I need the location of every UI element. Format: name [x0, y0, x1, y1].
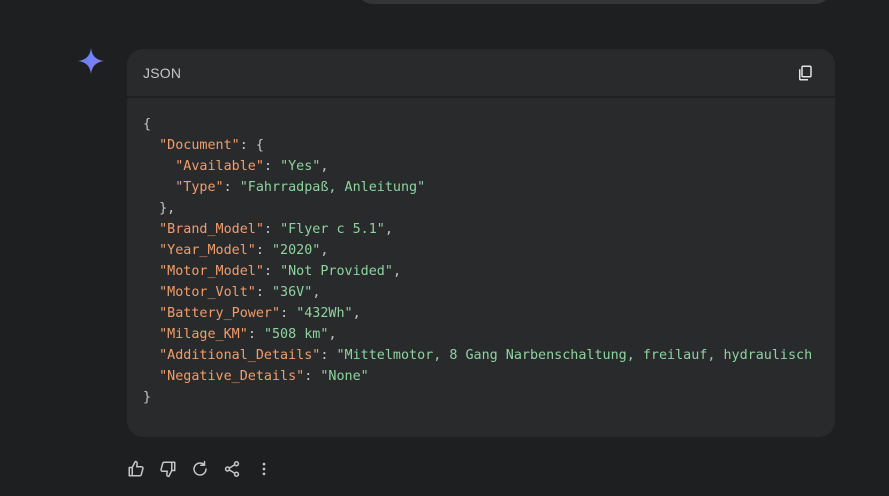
json-string: "Flyer c 5.1"	[280, 222, 385, 237]
json-punctuation	[143, 159, 175, 174]
json-key: "Battery_Power"	[159, 306, 281, 321]
json-punctuation	[143, 243, 159, 258]
json-punctuation	[143, 138, 159, 153]
code-line: {	[143, 114, 835, 135]
json-punctuation: ,	[392, 264, 401, 279]
json-key: "Year_Model"	[159, 243, 256, 258]
copy-icon	[799, 65, 812, 80]
json-key: "Additional_Details"	[159, 348, 321, 363]
code-line: "Battery_Power": "432Wh",	[143, 303, 835, 324]
json-punctuation	[143, 264, 159, 279]
json-string: "Fahrradpaß, Anleitung"	[239, 180, 426, 195]
json-punctuation: ,	[312, 285, 321, 300]
json-key: "Motor_Volt"	[159, 285, 256, 300]
json-punctuation: :	[255, 243, 272, 258]
json-key: "Available"	[175, 159, 264, 174]
json-punctuation: :	[247, 327, 264, 342]
json-key: "Brand_Model"	[159, 222, 264, 237]
code-line: "Document": {	[143, 135, 835, 156]
code-line: "Year_Model": "2020",	[143, 240, 835, 261]
json-string: "508 km"	[263, 327, 329, 342]
gemini-spark-icon	[78, 48, 104, 74]
json-punctuation: ,	[352, 306, 361, 321]
json-punctuation	[143, 180, 175, 195]
page: JSON { "Document": { "Available": "Yes",…	[0, 0, 889, 496]
json-punctuation: : {	[239, 138, 264, 153]
json-punctuation	[143, 285, 159, 300]
regenerate-button[interactable]	[188, 457, 212, 481]
json-string: "2020"	[272, 243, 321, 258]
response-actions	[124, 457, 284, 481]
code-line: "Milage_KM": "508 km",	[143, 324, 835, 345]
code-line: "Motor_Model": "Not Provided",	[143, 261, 835, 282]
more-options-button[interactable]	[252, 457, 276, 481]
json-key: "Type"	[175, 180, 224, 195]
code-line: "Available": "Yes",	[143, 156, 835, 177]
json-punctuation: ,	[320, 159, 329, 174]
code-line: "Brand_Model": "Flyer c 5.1",	[143, 219, 835, 240]
json-punctuation: :	[263, 264, 281, 279]
json-key: "Motor_Model"	[159, 264, 264, 279]
code-block: JSON { "Document": { "Available": "Yes",…	[127, 49, 835, 437]
json-punctuation: },	[143, 201, 176, 216]
thumbs-up-button[interactable]	[124, 457, 148, 481]
json-punctuation: ,	[320, 243, 329, 258]
code-language-label: JSON	[143, 64, 182, 81]
json-punctuation: :	[263, 159, 281, 174]
json-punctuation: :	[263, 222, 281, 237]
code-line: },	[143, 198, 835, 219]
json-string: "Not Provided"	[280, 264, 393, 279]
json-key: "Negative_Details"	[159, 369, 305, 384]
json-punctuation	[143, 306, 159, 321]
thumbs-down-icon	[160, 461, 176, 478]
code-block-header: JSON	[127, 49, 835, 98]
json-string: "432Wh"	[296, 306, 353, 321]
code-content: { "Document": { "Available": "Yes", "Typ…	[127, 98, 835, 408]
copy-code-button[interactable]	[793, 61, 817, 85]
code-line: }	[143, 387, 835, 408]
share-icon	[224, 461, 240, 477]
json-string: "36V"	[272, 285, 313, 300]
code-line: "Type": "Fahrradpaß, Anleitung"	[143, 177, 835, 198]
code-line: "Additional_Details": "Mittelmotor, 8 Ga…	[143, 345, 835, 366]
code-line: "Motor_Volt": "36V",	[143, 282, 835, 303]
code-line: "Negative_Details": "None"	[143, 366, 835, 387]
json-string: "None"	[320, 369, 369, 384]
json-punctuation	[143, 222, 159, 237]
json-punctuation: }	[143, 390, 152, 405]
json-punctuation: :	[255, 285, 272, 300]
json-punctuation: {	[143, 117, 152, 132]
json-punctuation: ,	[384, 222, 393, 237]
json-string: "Mittelmotor, 8 Gang Narbenschaltung, fr…	[336, 348, 813, 363]
json-punctuation: ,	[328, 327, 337, 342]
json-string: "Yes"	[280, 159, 321, 174]
json-punctuation	[143, 369, 159, 384]
regenerate-icon	[193, 460, 207, 476]
json-punctuation	[143, 348, 159, 363]
json-key: "Document"	[159, 138, 240, 153]
json-key: "Milage_KM"	[159, 327, 248, 342]
json-punctuation	[143, 327, 159, 342]
share-button[interactable]	[220, 457, 244, 481]
previous-user-message-bubble	[356, 0, 832, 4]
json-punctuation: :	[223, 180, 240, 195]
thumbs-down-button[interactable]	[156, 457, 180, 481]
json-punctuation: :	[280, 306, 297, 321]
json-punctuation: :	[320, 348, 337, 363]
json-punctuation: :	[304, 369, 321, 384]
more-vert-icon	[262, 462, 266, 476]
thumbs-up-icon	[128, 460, 144, 477]
